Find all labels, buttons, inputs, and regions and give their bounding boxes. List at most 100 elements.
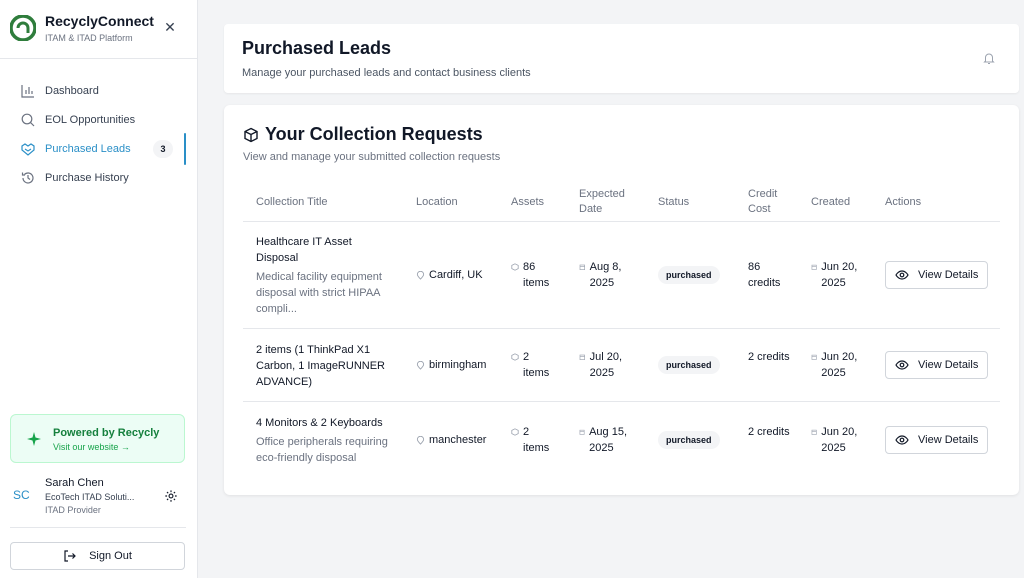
location-value: manchester <box>429 434 487 446</box>
handshake-icon <box>21 143 35 156</box>
calendar-icon <box>579 429 585 435</box>
collection-title: 2 items (1 ThinkPad X1 Carbon, 1 ImageRU… <box>256 344 385 388</box>
user-role: ITAD Provider <box>45 505 101 515</box>
created-value: Jun 20, 2025 <box>821 426 858 454</box>
page-title: Purchased Leads <box>242 38 392 58</box>
collection-title: Healthcare IT Asset Disposal <box>256 236 352 264</box>
column-header: Collection Title <box>256 196 328 208</box>
credit-cost: 2 credits <box>748 426 790 438</box>
sidebar-item-purchase-history[interactable]: Purchase History <box>10 165 186 191</box>
calendar-icon <box>811 354 817 360</box>
brand-name: RecyclyConnect <box>45 13 154 29</box>
eye-icon <box>895 360 909 370</box>
column-header: Actions <box>885 196 922 208</box>
sidebar-item-label: Dashboard <box>45 85 99 97</box>
row-divider <box>243 328 1000 329</box>
sidebar-item-label: Purchase History <box>45 172 129 184</box>
expected-date-value: Aug 15, 2025 <box>589 426 628 454</box>
assets-value: 2 items <box>523 426 550 454</box>
assets-cell: 2 items <box>511 349 556 381</box>
search-icon <box>21 113 35 127</box>
calendar-icon <box>811 264 817 270</box>
recycly-logo-icon <box>10 15 36 41</box>
eye-icon <box>895 270 909 280</box>
expected-date-cell: Aug 15, 2025 <box>579 424 639 456</box>
history-icon <box>21 172 34 184</box>
powered-title: Powered by Recycly <box>53 427 160 439</box>
row-title: 2 items (1 ThinkPad X1 Carbon, 1 ImageRU… <box>256 342 396 390</box>
sign-out-button[interactable]: Sign Out <box>10 542 185 570</box>
package-icon <box>244 127 258 143</box>
sidebar-item-label: EOL Opportunities <box>45 114 136 126</box>
expected-date-value: Jul 20, 2025 <box>589 351 623 379</box>
location-value: birmingham <box>429 359 487 371</box>
section-title: Your Collection Requests <box>265 124 483 144</box>
credit-cost: 86 credits <box>748 261 781 289</box>
user-company: EcoTech ITAD Soluti... <box>45 492 135 502</box>
row-title: Healthcare IT Asset Disposal Medical fac… <box>256 234 396 317</box>
map-pin-icon <box>416 436 425 445</box>
calendar-icon <box>579 354 585 360</box>
package-icon <box>511 428 519 436</box>
package-icon <box>511 263 519 271</box>
expected-date-cell: Aug 8, 2025 <box>579 259 639 291</box>
column-header: Assets <box>511 196 545 208</box>
visit-website-link[interactable]: Visit our website → <box>53 442 130 452</box>
location-value: Cardiff, UK <box>429 269 483 281</box>
view-details-button[interactable]: View Details <box>885 351 988 379</box>
assets-cell: 2 items <box>511 424 556 456</box>
view-details-label: View Details <box>918 359 979 371</box>
map-pin-icon <box>416 271 425 280</box>
sidebar-item-purchased-leads[interactable]: Purchased Leads 3 <box>10 133 186 165</box>
brand-subtitle: ITAM & ITAD Platform <box>45 33 133 43</box>
user-profile: SC Sarah Chen EcoTech ITAD Soluti... ITA… <box>10 472 186 528</box>
sparkle-icon <box>27 432 41 446</box>
sidebar-item-dashboard[interactable]: Dashboard <box>10 78 186 104</box>
assets-value: 86 items <box>523 261 550 289</box>
created-value: Jun 20, 2025 <box>821 351 858 379</box>
row-divider <box>243 401 1000 402</box>
location-cell: Cardiff, UK <box>416 267 483 283</box>
row-title: 4 Monitors & 2 Keyboards Office peripher… <box>256 415 396 466</box>
credit-cost: 2 credits <box>748 351 790 363</box>
page-header: Purchased Leads Manage your purchased le… <box>224 24 1019 93</box>
location-cell: manchester <box>416 432 486 448</box>
avatar: SC <box>13 488 30 502</box>
page-subtitle: Manage your purchased leads and contact … <box>242 67 531 79</box>
created-cell: Jun 20, 2025 <box>811 259 871 291</box>
collection-requests-card: Your Collection Requests View and manage… <box>224 105 1019 495</box>
assets-value: 2 items <box>523 351 550 379</box>
view-details-button[interactable]: View Details <box>885 261 988 289</box>
status-badge: purchased <box>658 356 720 374</box>
created-cell: Jun 20, 2025 <box>811 349 871 381</box>
powered-by-card[interactable]: Powered by Recycly Visit our website → <box>10 414 185 463</box>
column-header: Location <box>416 196 458 208</box>
sidebar-item-eol-opportunities[interactable]: EOL Opportunities <box>10 107 186 133</box>
status-badge: purchased <box>658 431 720 449</box>
log-out-icon <box>64 550 76 562</box>
created-cell: Jun 20, 2025 <box>811 424 871 456</box>
eye-icon <box>895 435 909 445</box>
header-divider <box>243 221 1000 222</box>
collection-description: Office peripherals requiring eco-friendl… <box>256 436 388 464</box>
sidebar-item-label: Purchased Leads <box>45 143 131 155</box>
expected-date-cell: Jul 20, 2025 <box>579 349 639 381</box>
view-details-button[interactable]: View Details <box>885 426 988 454</box>
location-cell: birmingham <box>416 357 486 373</box>
calendar-icon <box>579 264 585 270</box>
brand-header: RecyclyConnect ITAM & ITAD Platform ✕ <box>0 0 198 59</box>
view-details-label: View Details <box>918 434 979 446</box>
column-header: Credit Cost <box>748 188 778 215</box>
sidebar: RecyclyConnect ITAM & ITAD Platform ✕ Da… <box>0 0 198 578</box>
gear-icon[interactable] <box>164 489 178 503</box>
column-header: Created <box>811 196 851 208</box>
nav-count-badge: 3 <box>153 140 173 158</box>
package-icon <box>511 353 519 361</box>
bell-icon[interactable] <box>982 51 996 65</box>
user-name: Sarah Chen <box>45 477 104 489</box>
sign-out-label: Sign Out <box>89 550 132 562</box>
column-header: Status <box>658 196 690 208</box>
collection-description: Medical facility equipment disposal with… <box>256 271 382 315</box>
calendar-icon <box>811 429 817 435</box>
close-sidebar-icon[interactable]: ✕ <box>162 19 178 35</box>
